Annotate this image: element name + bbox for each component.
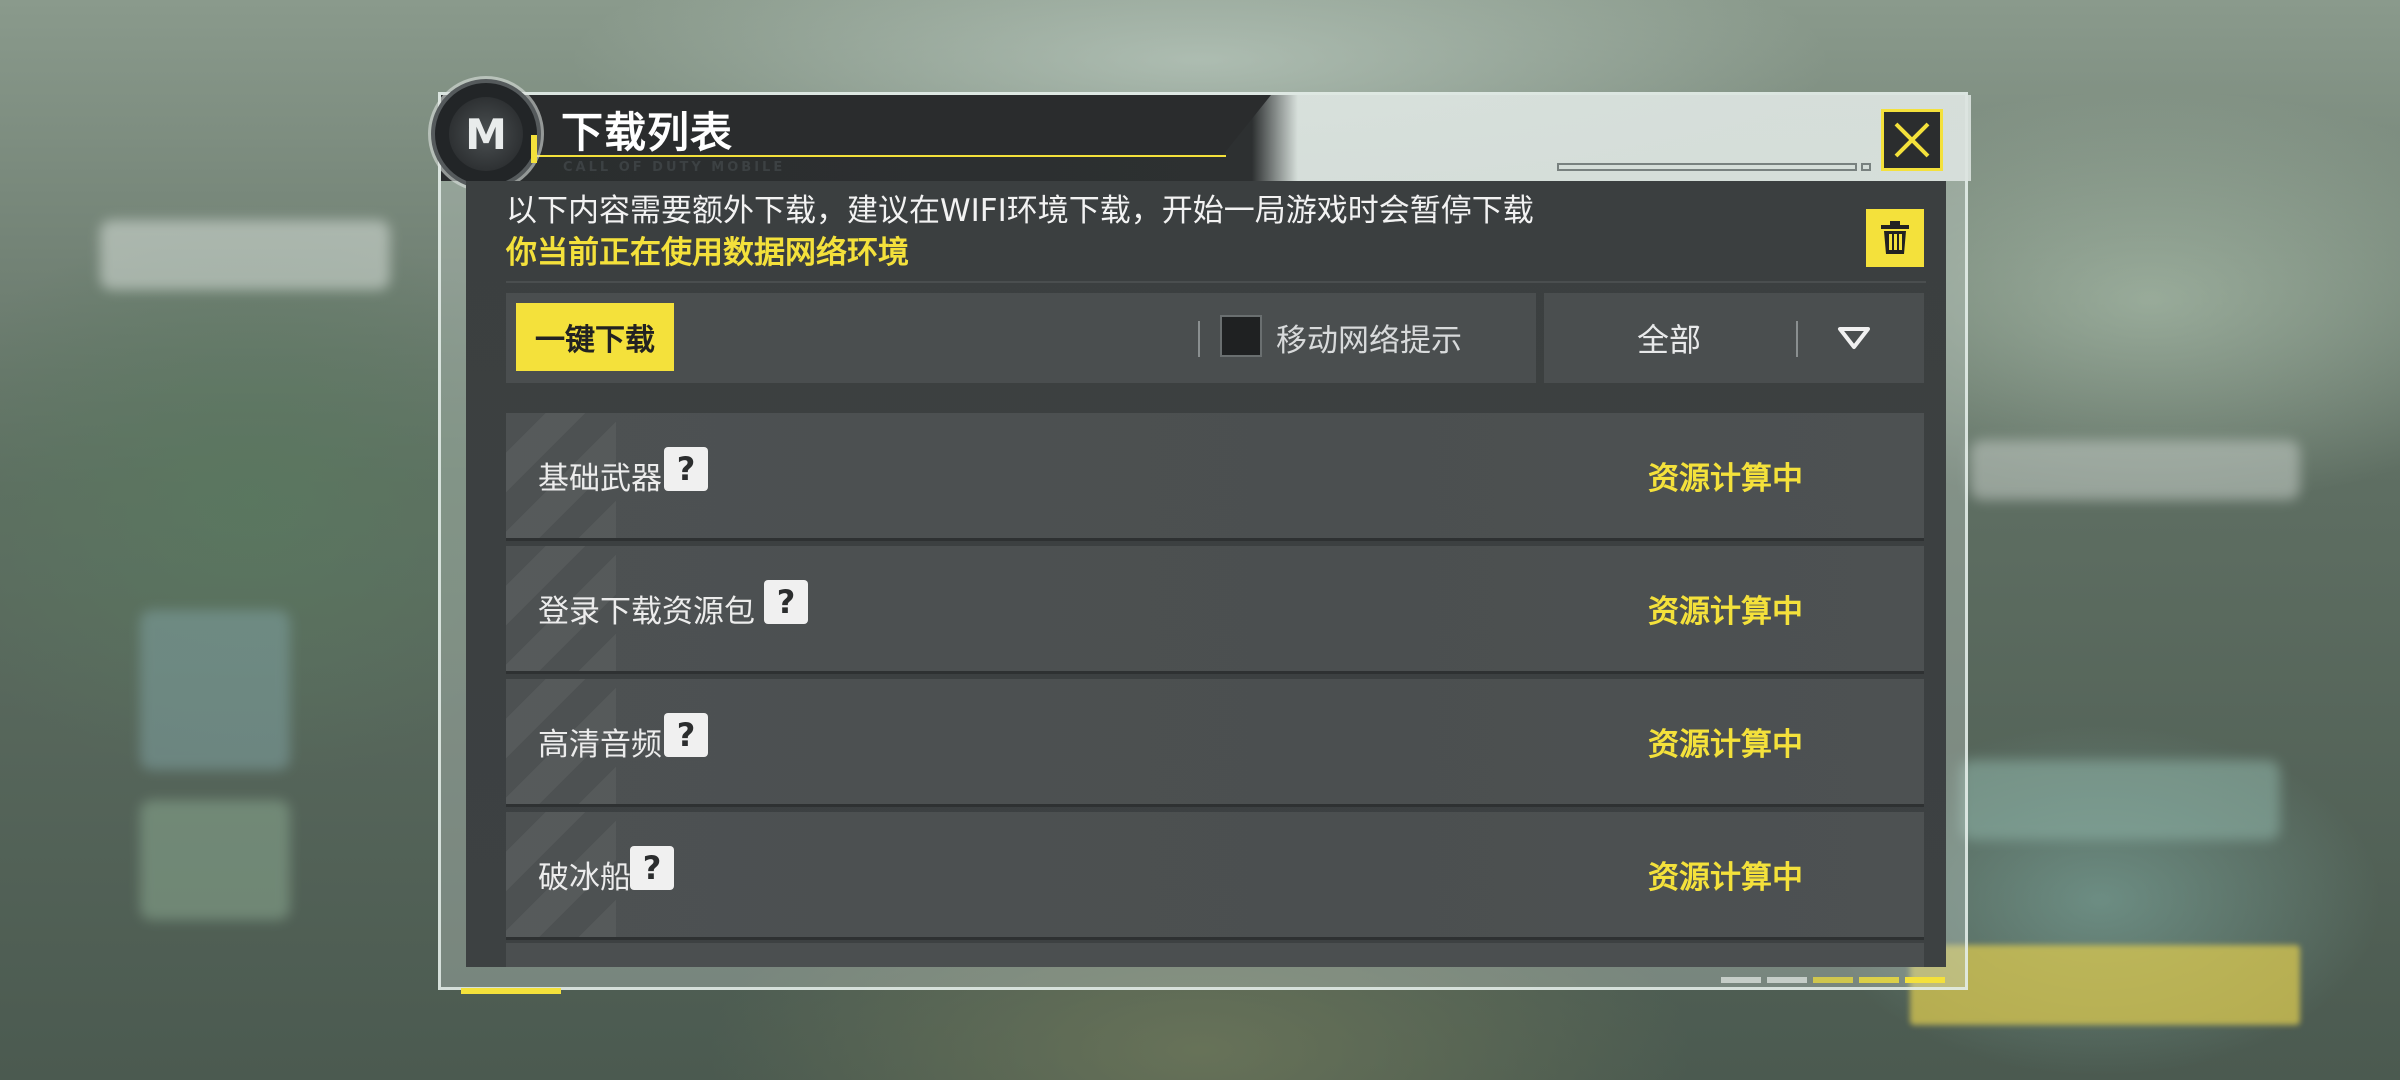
trash-icon <box>1881 221 1909 254</box>
background-blur <box>100 220 390 290</box>
footer-segment <box>1813 977 1853 983</box>
logo-accent <box>531 135 537 163</box>
background-blur <box>1970 440 2300 500</box>
footer-segment <box>1767 977 1807 983</box>
item-name: 高清音频 <box>538 727 662 763</box>
list-item-partial <box>506 943 1924 967</box>
toolbar-separator <box>1198 321 1200 357</box>
close-x-icon <box>1894 122 1930 158</box>
game-logo: M <box>431 79 541 189</box>
delete-button[interactable] <box>1866 209 1924 267</box>
one-click-download-button[interactable]: 一键下载 <box>516 303 674 371</box>
background-blur <box>1960 760 2280 840</box>
category-filter-dropdown[interactable]: 全部 <box>1544 293 1924 383</box>
footer-accent <box>461 988 561 994</box>
header-decor-track-end <box>1861 163 1871 171</box>
brand-label: CALL OF DUTY MOBILE <box>563 160 786 175</box>
close-button[interactable] <box>1881 109 1943 171</box>
list-item[interactable]: 破冰船 ? 资源计算中 <box>506 812 1924 940</box>
network-warning: 你当前正在使用数据网络环境 <box>506 235 909 271</box>
footer-progress-decor <box>1721 977 1945 983</box>
list-item[interactable]: 基础武器 ? 资源计算中 <box>506 413 1924 541</box>
divider <box>506 281 1926 283</box>
footer-segment <box>1859 977 1899 983</box>
mobile-network-prompt-checkbox[interactable] <box>1220 315 1262 357</box>
footer-segment <box>1721 977 1761 983</box>
mobile-network-prompt-label[interactable]: 移动网络提示 <box>1276 315 1462 360</box>
dialog-title: 下载列表 <box>561 108 734 157</box>
download-list-dialog: M 下载列表 CALL OF DUTY MOBILE 以下内容需要额外下载，建议… <box>431 79 1971 994</box>
header-decor-track <box>1557 163 1857 171</box>
background-blur <box>140 610 290 770</box>
item-status: 资源计算中 <box>1648 461 1803 497</box>
filter-selected-value: 全部 <box>1636 321 1701 359</box>
background-blur <box>140 800 290 920</box>
footer-segment <box>1905 977 1945 983</box>
item-status: 资源计算中 <box>1648 594 1803 630</box>
filter-separator <box>1796 321 1798 357</box>
help-icon[interactable]: ? <box>764 580 808 624</box>
download-item-list: 基础武器 ? 资源计算中 登录下载资源包 ? 资源计算中 高清音频 ? 资源计算… <box>506 413 1924 945</box>
help-icon[interactable]: ? <box>664 447 708 491</box>
list-item[interactable]: 登录下载资源包 ? 资源计算中 <box>506 546 1924 674</box>
item-name: 登录下载资源包 <box>538 594 755 630</box>
item-status: 资源计算中 <box>1648 727 1803 763</box>
download-toolbar: 一键下载 移动网络提示 <box>506 293 1536 383</box>
item-name: 破冰船 <box>538 860 631 896</box>
list-item[interactable]: 高清音频 ? 资源计算中 <box>506 679 1924 807</box>
item-name: 基础武器 <box>538 461 662 497</box>
item-status: 资源计算中 <box>1648 860 1803 896</box>
background-blur <box>1910 945 2300 1025</box>
game-logo-icon: M <box>449 97 523 171</box>
download-notice: 以下内容需要额外下载，建议在WIFI环境下载，开始一局游戏时会暂停下载 <box>506 193 1534 229</box>
dialog-body: 以下内容需要额外下载，建议在WIFI环境下载，开始一局游戏时会暂停下载 你当前正… <box>466 181 1946 967</box>
help-icon[interactable]: ? <box>630 846 674 890</box>
triangle-down-icon <box>1838 327 1870 349</box>
help-icon[interactable]: ? <box>664 713 708 757</box>
